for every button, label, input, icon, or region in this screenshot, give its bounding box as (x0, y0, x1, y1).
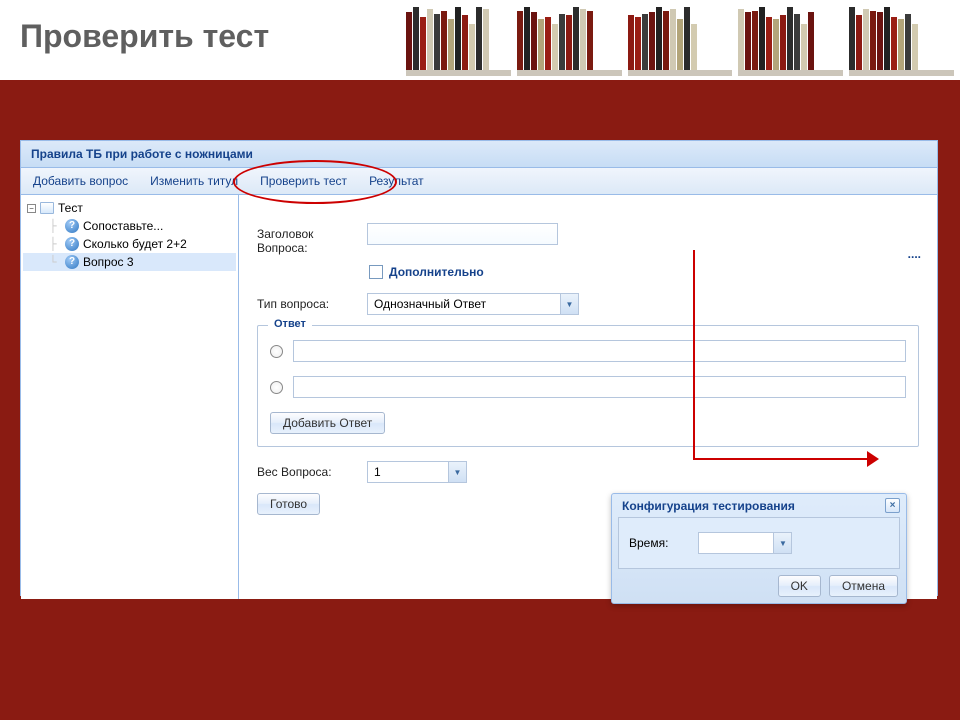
combo-value: 1 (368, 462, 448, 482)
slide-banner: Проверить тест (0, 0, 960, 80)
tree-item[interactable]: ├ ? Сопоставьте... (23, 217, 236, 235)
folder-icon (40, 202, 54, 214)
weight-label: Вес Вопроса: (257, 461, 367, 479)
title-expand-icon[interactable]: .... (908, 247, 921, 261)
question-title-input[interactable] (367, 223, 558, 245)
chevron-down-icon[interactable]: ▼ (773, 533, 791, 553)
form-panel: Заголовок Вопроса: .... Дополнительно Ти… (239, 195, 937, 599)
question-type-combo[interactable]: Однозначный Ответ ▼ (367, 293, 579, 315)
answers-fieldset: Ответ Добавить Ответ (257, 325, 919, 447)
question-icon: ? (65, 255, 79, 269)
page-title: Проверить тест (20, 18, 269, 55)
answer-input[interactable] (293, 376, 906, 398)
weight-combo[interactable]: 1 ▼ (367, 461, 467, 483)
banner-decoration (400, 0, 960, 80)
additional-checkbox[interactable] (369, 265, 383, 279)
answer-radio[interactable] (270, 381, 283, 394)
tree-root-label: Тест (58, 201, 83, 215)
question-icon: ? (65, 237, 79, 251)
window-title: Правила ТБ при работе с ножницами (21, 141, 937, 168)
config-dialog: Конфигурация тестирования × Время: ▼ OK … (611, 493, 907, 604)
chevron-down-icon[interactable]: ▼ (560, 294, 578, 314)
toolbar-edit-title[interactable]: Изменить титул (146, 172, 242, 190)
tree-collapse-icon[interactable]: − (27, 204, 36, 213)
answers-legend: Ответ (268, 318, 312, 330)
add-answer-button[interactable]: Добавить Ответ (270, 412, 385, 434)
answer-input[interactable] (293, 340, 906, 362)
question-title-label: Заголовок Вопроса: (257, 223, 367, 255)
tree-item-label: Сопоставьте... (83, 219, 163, 233)
toolbar-result[interactable]: Результат (365, 172, 428, 190)
tree-item[interactable]: ├ ? Сколько будет 2+2 (23, 235, 236, 253)
toolbar-check-test[interactable]: Проверить тест (256, 172, 351, 190)
time-input[interactable]: ▼ (698, 532, 792, 554)
chevron-down-icon[interactable]: ▼ (448, 462, 466, 482)
tree-panel: − Тест ├ ? Сопоставьте... ├ ? Сколько бу… (21, 195, 239, 599)
answer-radio[interactable] (270, 345, 283, 358)
toolbar-add-question[interactable]: Добавить вопрос (29, 172, 132, 190)
app-body: − Тест ├ ? Сопоставьте... ├ ? Сколько бу… (21, 195, 937, 599)
done-button[interactable]: Готово (257, 493, 320, 515)
toolbar: Добавить вопрос Изменить титул Проверить… (21, 168, 937, 195)
annotation-arrow-h (693, 458, 875, 460)
tree-item-label: Вопрос 3 (83, 255, 134, 269)
slide-body: Правила ТБ при работе с ножницами Добави… (0, 80, 960, 720)
close-icon[interactable]: × (885, 498, 900, 513)
ok-button[interactable]: OK (778, 575, 821, 597)
combo-value: Однозначный Ответ (368, 294, 560, 314)
tree-item[interactable]: └ ? Вопрос 3 (23, 253, 236, 271)
cancel-button[interactable]: Отмена (829, 575, 898, 597)
tree-root[interactable]: − Тест (23, 199, 236, 217)
question-icon: ? (65, 219, 79, 233)
combo-value (699, 533, 773, 553)
app-window: Правила ТБ при работе с ножницами Добави… (20, 140, 938, 596)
additional-label: Дополнительно (389, 265, 484, 279)
question-type-label: Тип вопроса: (257, 293, 367, 311)
tree-item-label: Сколько будет 2+2 (83, 237, 187, 251)
dialog-title: Конфигурация тестирования (622, 499, 795, 513)
time-label: Время: (629, 536, 668, 550)
